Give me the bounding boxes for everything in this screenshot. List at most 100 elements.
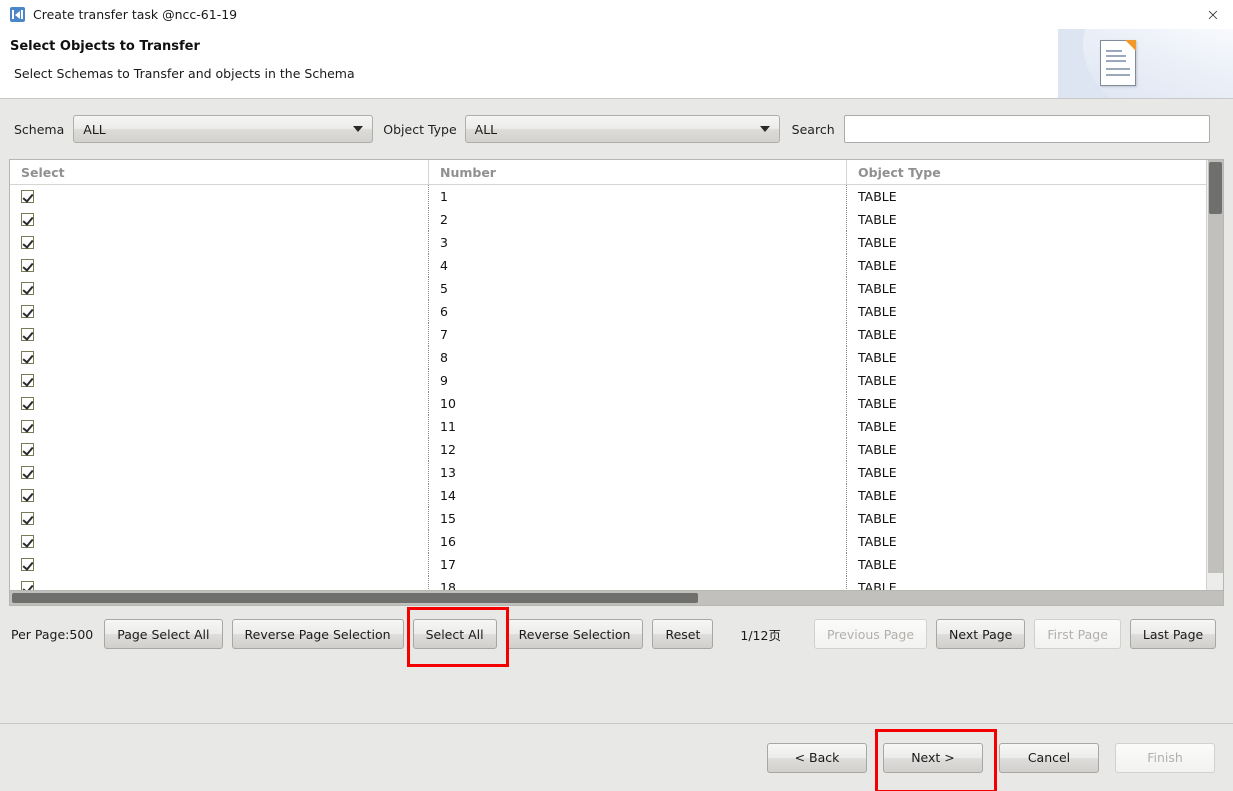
table-row[interactable]: 2 TABLE xyxy=(10,208,1223,231)
reset-button[interactable]: Reset xyxy=(652,619,714,649)
row-checkbox[interactable] xyxy=(21,535,34,548)
row-checkbox[interactable] xyxy=(21,305,34,318)
table-row[interactable]: 4 TABLE xyxy=(10,254,1223,277)
cell-number: 15 xyxy=(429,507,847,530)
table-row[interactable]: 13 TABLE xyxy=(10,461,1223,484)
schema-select[interactable]: ALL xyxy=(73,115,374,143)
first-page-button[interactable]: First Page xyxy=(1034,619,1121,649)
page-indicator: 1/12页 xyxy=(740,627,781,643)
cell-number: 16 xyxy=(429,530,847,553)
cell-object-type: TABLE xyxy=(858,465,897,480)
table-row[interactable]: 16 TABLE xyxy=(10,530,1223,553)
cell-select xyxy=(10,461,429,484)
wizard-footer: < Back Next > Cancel Finish xyxy=(0,724,1233,791)
cell-number: 1 xyxy=(429,185,847,208)
table-row[interactable]: 18 TABLE xyxy=(10,576,1223,590)
row-checkbox[interactable] xyxy=(21,190,34,203)
table-row[interactable]: 7 TABLE xyxy=(10,323,1223,346)
cell-select xyxy=(10,415,429,438)
cell-select xyxy=(10,323,429,346)
table-row[interactable]: 12 TABLE xyxy=(10,438,1223,461)
column-header-object-type[interactable]: Object Type xyxy=(847,160,1223,185)
table-row[interactable]: 5 TABLE xyxy=(10,277,1223,300)
vertical-scroll-thumb[interactable] xyxy=(1209,162,1222,214)
row-checkbox[interactable] xyxy=(21,351,34,364)
transfer-icon xyxy=(10,7,25,22)
search-input[interactable] xyxy=(843,115,1210,143)
select-all-highlight: Select All xyxy=(406,607,509,667)
next-highlight: Next > xyxy=(875,728,997,791)
row-checkbox[interactable] xyxy=(21,397,34,410)
cell-object-type: TABLE xyxy=(858,488,897,503)
row-checkbox[interactable] xyxy=(21,489,34,502)
reverse-selection-button[interactable]: Reverse Selection xyxy=(505,619,644,649)
cell-number: 9 xyxy=(429,369,847,392)
dialog-window: Create transfer task @ncc-61-19 × Select… xyxy=(0,0,1233,791)
horizontal-scroll-thumb[interactable] xyxy=(12,593,698,603)
row-checkbox[interactable] xyxy=(21,328,34,341)
dialog-header: Select Objects to Transfer Select Schema… xyxy=(0,29,1233,99)
cell-select xyxy=(10,576,429,590)
cell-number: 3 xyxy=(429,231,847,254)
window-title: Create transfer task @ncc-61-19 xyxy=(33,7,238,22)
cell-object-type: TABLE xyxy=(858,511,897,526)
previous-page-button[interactable]: Previous Page xyxy=(813,619,928,649)
search-label: Search xyxy=(791,121,835,137)
last-page-button[interactable]: Last Page xyxy=(1129,619,1217,649)
filter-bar: Schema ALL Object Type ALL Search xyxy=(0,100,1233,158)
table-body: 1 TABLE 2 TABLE 3 TABLE 4 TABLE 5 TABLE 6 TABLE 7 TAB… xyxy=(10,185,1223,590)
table-row[interactable]: 15 TABLE xyxy=(10,507,1223,530)
table-row[interactable]: 3 TABLE xyxy=(10,231,1223,254)
select-all-button[interactable]: Select All xyxy=(412,619,497,649)
cell-object-type: TABLE xyxy=(858,373,897,388)
table-row[interactable]: 9 TABLE xyxy=(10,369,1223,392)
cell-number: 17 xyxy=(429,553,847,576)
objects-table: Select Number Object Type 1 TABLE 2 TABLE 3 T… xyxy=(9,159,1224,591)
close-icon[interactable]: × xyxy=(1193,0,1233,29)
cell-select xyxy=(10,530,429,553)
table-row[interactable]: 8 TABLE xyxy=(10,346,1223,369)
cell-object-type: TABLE xyxy=(858,419,897,434)
table-row[interactable]: 11 TABLE xyxy=(10,415,1223,438)
cell-object-type: TABLE xyxy=(858,212,897,227)
row-checkbox[interactable] xyxy=(21,558,34,571)
table-horizontal-scrollbar[interactable] xyxy=(9,591,1224,606)
cell-select xyxy=(10,484,429,507)
row-checkbox[interactable] xyxy=(21,420,34,433)
column-header-select[interactable]: Select xyxy=(10,160,429,185)
cell-select xyxy=(10,185,429,208)
table-row[interactable]: 6 TABLE xyxy=(10,300,1223,323)
row-checkbox[interactable] xyxy=(21,512,34,525)
next-page-button[interactable]: Next Page xyxy=(936,619,1026,649)
back-button[interactable]: < Back xyxy=(767,742,867,773)
page-select-all-button[interactable]: Page Select All xyxy=(104,619,223,649)
row-checkbox[interactable] xyxy=(21,466,34,479)
table-row[interactable]: 1 TABLE xyxy=(10,185,1223,208)
reverse-page-selection-button[interactable]: Reverse Page Selection xyxy=(231,619,404,649)
cell-select xyxy=(10,346,429,369)
cell-number: 4 xyxy=(429,254,847,277)
next-button[interactable]: Next > xyxy=(883,742,983,773)
row-checkbox[interactable] xyxy=(21,443,34,456)
cell-number: 13 xyxy=(429,461,847,484)
table-vertical-scrollbar[interactable] xyxy=(1206,160,1223,590)
page-title: Select Objects to Transfer xyxy=(10,39,200,54)
object-type-select[interactable]: ALL xyxy=(464,115,780,143)
table-row[interactable]: 10 TABLE xyxy=(10,392,1223,415)
cancel-button[interactable]: Cancel xyxy=(999,742,1099,773)
document-icon xyxy=(1100,40,1136,86)
table-row[interactable]: 17 TABLE xyxy=(10,553,1223,576)
row-checkbox[interactable] xyxy=(21,259,34,272)
column-header-number[interactable]: Number xyxy=(429,160,847,185)
cell-number: 7 xyxy=(429,323,847,346)
row-checkbox[interactable] xyxy=(21,581,34,590)
finish-button[interactable]: Finish xyxy=(1115,742,1215,773)
cell-select xyxy=(10,300,429,323)
row-checkbox[interactable] xyxy=(21,374,34,387)
row-checkbox[interactable] xyxy=(21,213,34,226)
row-checkbox[interactable] xyxy=(21,282,34,295)
cell-number: 6 xyxy=(429,300,847,323)
table-row[interactable]: 14 TABLE xyxy=(10,484,1223,507)
cell-object-type: TABLE xyxy=(858,534,897,549)
row-checkbox[interactable] xyxy=(21,236,34,249)
